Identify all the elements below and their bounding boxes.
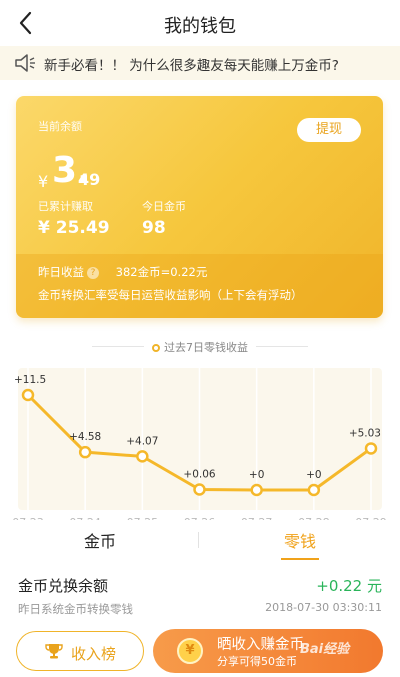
coin-icon: ¥ <box>177 638 203 664</box>
yesterday-panel: 昨日收益? 382金币=0.22元 金币转换汇率受每日运营收益影响（上下会有浮动… <box>16 254 383 318</box>
chart-legend: 过去7日零钱收益 <box>0 339 400 355</box>
rate-note: 金币转换汇率受每日运营收益影响（上下会有浮动） <box>38 288 303 302</box>
speaker-icon <box>15 54 35 72</box>
tab-bar: 金币 零钱 <box>0 520 400 560</box>
header: 我的钱包 <box>0 0 400 46</box>
wallet-card: 当前余额 提现 已累计赚取 ¥ 25.49 今日金币 98 昨日收益? 382金… <box>16 96 383 318</box>
tab-coin[interactable]: 金币 <box>40 528 160 552</box>
tab-divider <box>198 532 199 548</box>
record-amount: +0.22 元 <box>316 577 382 595</box>
today-coins-value: 98 <box>142 218 166 238</box>
balance-label: 当前余额 <box>38 120 82 133</box>
chart-data-label: +0 <box>249 469 264 481</box>
chart-data-label: +4.07 <box>126 435 158 447</box>
chart-point[interactable] <box>307 483 321 497</box>
page-title: 我的钱包 <box>164 16 236 37</box>
chart-legend-text: 过去7日零钱收益 <box>164 341 248 354</box>
chart-point[interactable] <box>193 483 206 496</box>
income-rank-label: 收入榜 <box>71 645 117 663</box>
notice-bar[interactable]: 新手必看！！ 为什么很多趣友每天能赚上万金币? <box>0 46 400 80</box>
legend-marker <box>152 344 160 352</box>
today-coins-label: 今日金币 <box>142 200 186 213</box>
earned-label: 已累计赚取 <box>38 200 93 213</box>
chart-data-label: +0.06 <box>183 469 215 481</box>
chart-point[interactable] <box>364 442 378 455</box>
question-icon[interactable]: ? <box>87 267 99 279</box>
balance-decimal: 49 <box>78 170 101 189</box>
record-title: 金币兑换余额 <box>18 577 109 595</box>
record-time: 2018-07-30 03:30:11 <box>265 601 382 614</box>
yesterday-value: 382金币=0.22元 <box>115 265 208 279</box>
record-description: 昨日系统金币转换零钱 <box>18 602 133 616</box>
notice-text: 新手必看！！ 为什么很多趣友每天能赚上万金币? <box>44 58 339 74</box>
yesterday-label: 昨日收益 <box>38 265 84 279</box>
share-subtitle: 分享可得50金币 <box>217 655 297 668</box>
watermark: Bai经验 <box>300 642 350 657</box>
income-rank-button[interactable]: 收入榜 <box>16 631 144 671</box>
chart-data-label: +4.58 <box>69 431 101 443</box>
chart-point[interactable] <box>21 388 35 402</box>
chart-point[interactable] <box>78 445 92 459</box>
chart-point[interactable] <box>250 483 263 497</box>
trophy-icon <box>45 644 63 659</box>
active-tab-indicator <box>281 558 319 560</box>
chart-data-label: +0 <box>306 469 321 481</box>
yesterday-row: 昨日收益? 382金币=0.22元 <box>38 264 207 280</box>
withdraw-button[interactable]: 提现 <box>297 118 361 142</box>
tab-change[interactable]: 零钱 <box>240 528 360 552</box>
chart-data-label: +5.03 <box>349 427 381 439</box>
chart-point[interactable] <box>136 450 149 463</box>
income-line-chart: +11.507.23+4.5807.24+4.0707.25+0.0607.26… <box>12 368 387 520</box>
balance-currency: ¥ <box>38 172 49 191</box>
earned-value: ¥ 25.49 <box>38 218 110 238</box>
chart-data-label: +11.5 <box>14 374 46 386</box>
share-title: 晒收入赚金币 <box>217 637 304 653</box>
